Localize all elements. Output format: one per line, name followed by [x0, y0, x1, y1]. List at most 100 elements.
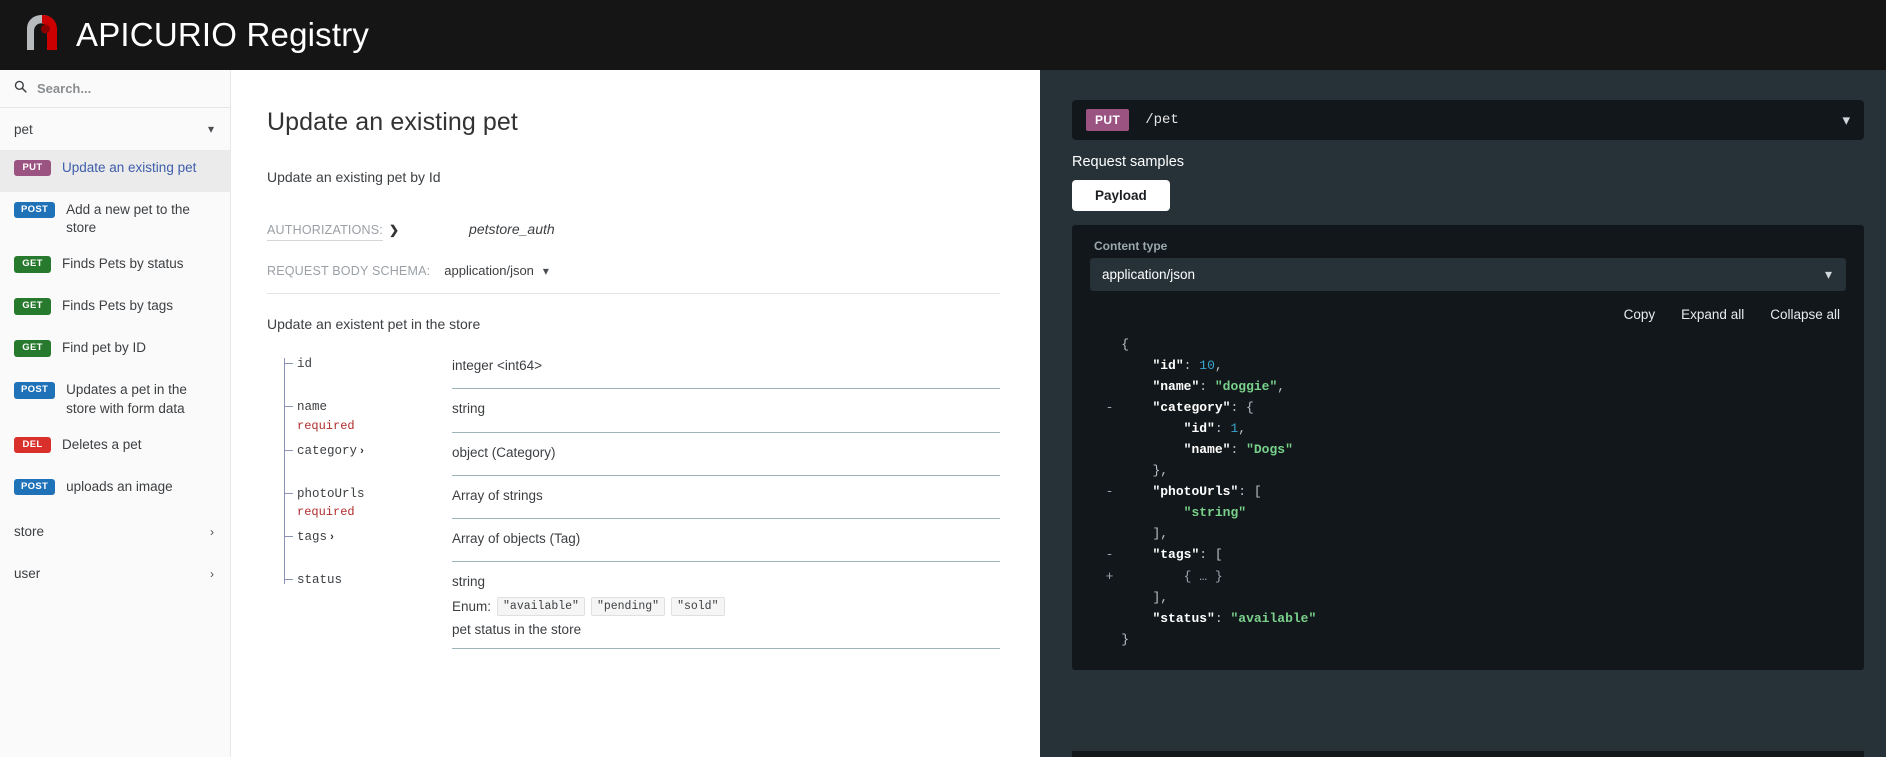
- field-required-marker: required: [297, 418, 355, 433]
- sidebar-group-pet[interactable]: pet ▾: [0, 108, 230, 150]
- search-input[interactable]: [37, 81, 197, 96]
- operation-label: Find pet by ID: [62, 340, 147, 356]
- search-bar[interactable]: [0, 70, 230, 108]
- collapse-toggle-icon[interactable]: -: [1090, 547, 1121, 562]
- chevron-right-icon[interactable]: ›: [327, 531, 334, 543]
- schema-field-row: photoUrls required Array of strings: [267, 475, 1000, 520]
- enum-value-chip: "available": [497, 597, 585, 617]
- tab-payload[interactable]: Payload: [1072, 180, 1170, 211]
- schema-field-row: tags › Array of objects (Tag): [267, 519, 1000, 563]
- request-body-schema-row: REQUEST BODY SCHEMA: application/json ▾: [267, 263, 1000, 294]
- code-gutter: [1090, 526, 1121, 541]
- operation-label: Finds Pets by tags: [62, 298, 174, 314]
- enum-value-chip: "sold": [671, 597, 725, 617]
- code-token-key: "id": [1183, 421, 1215, 437]
- content-type-value: application/json: [1102, 267, 1196, 282]
- endpoint-bar[interactable]: PUT /pet ▾: [1072, 100, 1864, 140]
- sidebar-operation-2[interactable]: GET Finds Pets by status: [0, 246, 230, 288]
- field-type: object (Category): [452, 444, 556, 460]
- sidebar-operation-0[interactable]: PUT Update an existing pet: [0, 150, 230, 192]
- code-token-pun: },: [1152, 463, 1169, 479]
- request-samples-title: Request samples: [1072, 154, 1185, 170]
- enum-value-chip: "pending": [590, 597, 666, 617]
- method-badge: DEL: [14, 436, 51, 454]
- brand-light: APICURIO: [76, 16, 247, 53]
- collapse-all-button[interactable]: Collapse all: [1770, 307, 1840, 322]
- operation-label: uploads an image: [66, 478, 173, 494]
- code-line: },: [1090, 460, 1846, 481]
- field-type-cell: string Enum: "available" "pending" "sold" pet…: [452, 562, 1000, 650]
- panel-bottom-edge: [1072, 751, 1864, 757]
- code-token-key: "name": [1183, 442, 1231, 458]
- tree-branch: [284, 536, 293, 538]
- code-token-pun: :: [1183, 358, 1200, 374]
- chevron-down-icon: ▾: [207, 122, 214, 136]
- code-token-key: "id": [1152, 358, 1184, 374]
- field-type-cell: object (Category): [452, 433, 1000, 476]
- chevron-right-icon[interactable]: ❯: [389, 223, 399, 237]
- chevron-down-icon[interactable]: ▾: [1842, 111, 1850, 129]
- method-badge: PUT: [14, 160, 51, 177]
- field-type: Array of strings: [452, 487, 543, 503]
- code-token-pun: :: [1214, 421, 1231, 437]
- tree-branch: [284, 363, 293, 364]
- method-badge: GET: [14, 256, 51, 273]
- sidebar-operation-6[interactable]: DEL Deletes a pet: [0, 427, 230, 469]
- field-type-cell: Array of objects (Tag): [452, 519, 1000, 563]
- schema-description: Update an existent pet in the store: [267, 316, 481, 332]
- sidebar-operation-4[interactable]: GET Find pet by ID: [0, 330, 230, 372]
- sidebar-operation-1[interactable]: POST Add a new pet to the store: [0, 192, 230, 246]
- code-gutter: [1090, 379, 1121, 394]
- sidebar-group-user[interactable]: user ›: [0, 553, 230, 595]
- code-token-pun: :: [1199, 379, 1215, 395]
- sidebar-operation-7[interactable]: POST uploads an image: [0, 469, 230, 511]
- chevron-right-icon[interactable]: ›: [357, 445, 364, 457]
- tree-branch: [284, 579, 293, 581]
- collapse-toggle-icon[interactable]: -: [1090, 400, 1121, 415]
- code-token-fold: { … }: [1183, 568, 1223, 584]
- request-sample-panel: PUT /pet ▾ Request samples Payload Conte…: [1040, 70, 1886, 757]
- field-name: status: [297, 573, 343, 588]
- code-token-pun: {: [1121, 337, 1130, 352]
- schema-field-row: category › object (Category): [267, 432, 1000, 476]
- code-token-pun: ],: [1152, 526, 1169, 542]
- tree-branch: [284, 449, 293, 451]
- field-name: name: [297, 400, 328, 414]
- sidebar-group-label: user: [14, 566, 41, 582]
- code-line: "string": [1090, 502, 1846, 523]
- field-name-cell: photoUrls required: [267, 475, 452, 520]
- code-token-str: "available": [1230, 610, 1317, 626]
- sidebar-operation-3[interactable]: GET Finds Pets by tags: [0, 288, 230, 330]
- code-gutter: [1090, 463, 1121, 478]
- schema-content-type-value[interactable]: application/json: [444, 263, 534, 278]
- content-type-select[interactable]: application/json ▾: [1090, 258, 1846, 291]
- code-actions: Copy Expand all Collapse all: [1090, 307, 1846, 322]
- code-token-pun: ,: [1277, 379, 1286, 395]
- expand-all-button[interactable]: Expand all: [1681, 307, 1744, 322]
- sidebar-group-store[interactable]: store ›: [0, 511, 230, 553]
- tree-tick: [284, 574, 285, 585]
- apicurio-logo-icon: [22, 12, 76, 59]
- request-body-schema-label: REQUEST BODY SCHEMA:: [267, 264, 431, 278]
- field-name[interactable]: tags ›: [297, 530, 452, 546]
- collapse-toggle-icon[interactable]: -: [1090, 484, 1121, 499]
- field-name[interactable]: category ›: [297, 444, 452, 460]
- chevron-down-icon[interactable]: ▾: [543, 264, 549, 278]
- field-name-cell: status: [267, 562, 452, 649]
- method-badge: POST: [14, 382, 56, 399]
- code-sample-card: Content type application/json ▾ Copy Exp…: [1072, 225, 1864, 670]
- operation-label: Finds Pets by status: [62, 256, 184, 272]
- code-line: - "photoUrls": [: [1090, 481, 1846, 502]
- code-token-pun: ,: [1238, 421, 1247, 437]
- code-line: }: [1090, 629, 1846, 650]
- code-line: ],: [1090, 523, 1846, 544]
- sidebar-operation-5[interactable]: POST Updates a pet in the store with form…: [0, 372, 230, 426]
- main-content: Update an existing pet Update an existin…: [231, 70, 1040, 757]
- expand-toggle-icon[interactable]: +: [1090, 569, 1121, 584]
- copy-button[interactable]: Copy: [1624, 307, 1656, 322]
